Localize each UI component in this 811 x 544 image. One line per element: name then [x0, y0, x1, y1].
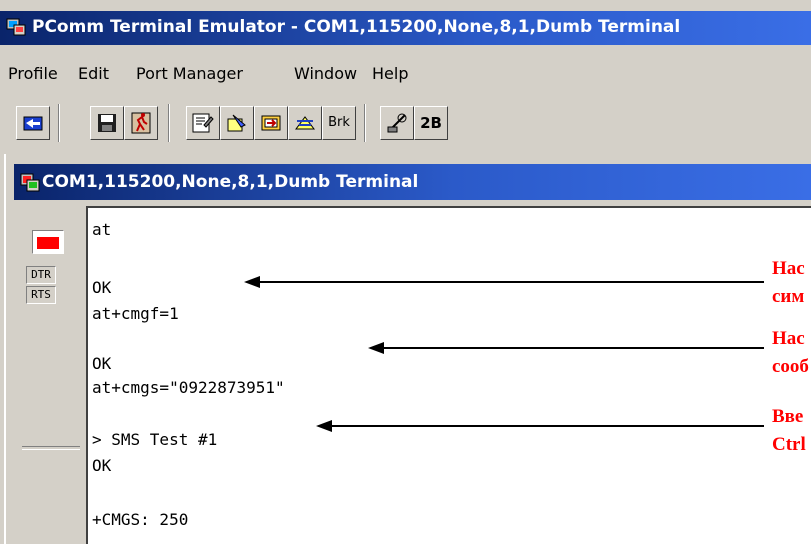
- break-button[interactable]: Brk: [322, 106, 356, 140]
- annotation-arrow: [244, 276, 764, 288]
- properties-icon: [192, 113, 214, 133]
- send-file-button[interactable]: [220, 106, 254, 140]
- menu-help[interactable]: Help: [372, 64, 408, 83]
- send-file-icon: [227, 114, 246, 132]
- properties-button[interactable]: [186, 106, 220, 140]
- open-button[interactable]: [16, 106, 50, 140]
- toolbar: Brk 2B: [8, 96, 811, 146]
- terminal-window-icon: [20, 173, 40, 192]
- toolbar-separator: [58, 104, 60, 142]
- annotation-arrow: [316, 420, 764, 432]
- menu-edit[interactable]: Edit: [78, 64, 109, 83]
- pcomm-app-icon: [6, 18, 26, 36]
- child-title-bar[interactable]: COM1,115200,None,8,1,Dumb Terminal: [14, 164, 811, 200]
- signal-panel: DTR RTS: [20, 206, 82, 544]
- panel-divider: [22, 446, 80, 450]
- terminal-line: at: [92, 220, 112, 239]
- terminal-line: +CMGS: 250: [92, 510, 189, 529]
- two-b-label: 2B: [420, 114, 442, 132]
- exit-icon: [131, 112, 151, 134]
- serial-icon: [387, 113, 407, 133]
- rts-button[interactable]: RTS: [26, 286, 56, 304]
- receive-file-icon: [261, 115, 281, 131]
- annotation-text: Нас: [772, 258, 805, 279]
- open-icon: [23, 116, 43, 131]
- window-title: PComm Terminal Emulator - COM1,115200,No…: [32, 17, 681, 37]
- annotation-text: сооб: [772, 356, 809, 377]
- receive-file-button[interactable]: [254, 106, 288, 140]
- terminal-line: OK: [92, 278, 112, 297]
- terminal-line: at+cmgf=1: [92, 304, 179, 323]
- terminal-line: at+cmgs="0922873951": [92, 378, 285, 397]
- save-button[interactable]: [90, 106, 124, 140]
- title-bar[interactable]: PComm Terminal Emulator - COM1,115200,No…: [0, 11, 811, 45]
- two-b-button[interactable]: 2B: [414, 106, 448, 140]
- toolbar-separator: [168, 104, 170, 142]
- menu-port-manager[interactable]: Port Manager: [136, 64, 243, 83]
- menu-profile[interactable]: Profile: [8, 64, 58, 83]
- annotation-arrow: [368, 342, 764, 354]
- toolbar-separator: [364, 104, 366, 142]
- transfer-icon: [295, 116, 315, 130]
- menu-window[interactable]: Window: [294, 64, 357, 83]
- annotation-text: Нас: [772, 328, 805, 349]
- exit-button[interactable]: [124, 106, 158, 140]
- serial-button[interactable]: [380, 106, 414, 140]
- save-icon: [98, 114, 116, 132]
- menu-bar: Profile Edit Port Manager Window Help: [0, 48, 811, 86]
- child-window-title: COM1,115200,None,8,1,Dumb Terminal: [42, 172, 419, 192]
- terminal-screen[interactable]: at OK at+cmgf=1 OK at+cmgs="0922873951" …: [86, 206, 811, 544]
- break-label: Brk: [328, 115, 350, 130]
- status-led: [32, 230, 64, 254]
- annotation-text: Вве: [772, 406, 804, 427]
- led-indicator: [37, 237, 59, 249]
- terminal-line: OK: [92, 354, 112, 373]
- annotation-text: Ctrl: [772, 434, 806, 455]
- terminal-line: > SMS Test #1: [92, 430, 218, 449]
- transfer-button[interactable]: [288, 106, 322, 140]
- pcomm-window: PComm Terminal Emulator - COM1,115200,No…: [0, 0, 811, 544]
- terminal-line: OK: [92, 456, 112, 475]
- annotation-text: сим: [772, 286, 805, 307]
- dtr-button[interactable]: DTR: [26, 266, 56, 284]
